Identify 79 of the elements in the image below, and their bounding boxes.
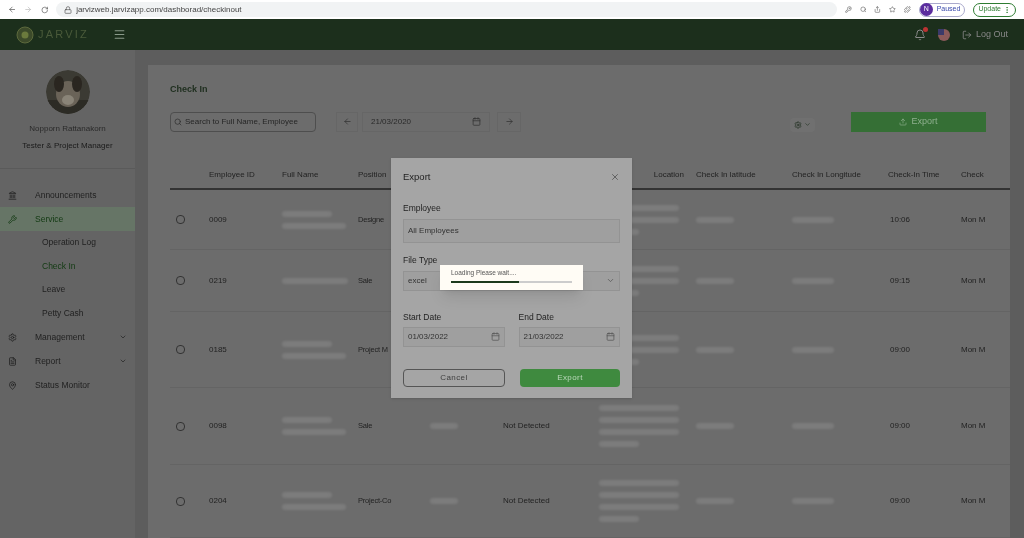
dialog-title: Export xyxy=(403,170,431,184)
table-cell: 0185 xyxy=(209,343,227,356)
settings-dropdown[interactable] xyxy=(790,117,815,132)
calendar-icon xyxy=(490,332,500,341)
search-icon xyxy=(174,117,182,126)
logout-icon xyxy=(961,29,972,40)
wrench-icon xyxy=(8,214,17,224)
export-button[interactable]: Export xyxy=(851,111,986,132)
map-pin-icon xyxy=(8,380,17,390)
column-header: Position xyxy=(358,169,387,182)
extensions-icon[interactable] xyxy=(903,5,911,14)
row-checkbox[interactable] xyxy=(176,276,185,285)
caret-icon xyxy=(119,333,127,341)
column-header: Location xyxy=(653,169,684,182)
sidebar-item[interactable]: Status Monitor xyxy=(0,373,135,397)
next-day-button[interactable] xyxy=(497,111,521,132)
bell-icon[interactable] xyxy=(913,28,926,41)
table-cell-text: 10:06 xyxy=(889,213,911,226)
menu-icon[interactable] xyxy=(112,28,126,41)
export-submit-button[interactable]: Export xyxy=(520,368,620,387)
field-label: End Date xyxy=(518,310,555,324)
table-cell: 0219 xyxy=(209,274,227,287)
flag-icon[interactable] xyxy=(937,28,950,41)
back-icon[interactable] xyxy=(8,4,17,15)
user-role: Tester & Project Manager xyxy=(21,140,114,152)
sidebar-subitem[interactable]: Petty Cash xyxy=(0,301,135,325)
caret-icon xyxy=(119,357,127,365)
field-label: File Type xyxy=(403,254,439,267)
close-icon[interactable] xyxy=(610,172,620,183)
logout-button[interactable]: Log Out xyxy=(961,27,1008,42)
forward-icon[interactable] xyxy=(24,4,33,15)
field-label: Employee xyxy=(403,202,442,215)
sidebar-subitem[interactable]: Check In xyxy=(0,254,135,278)
column-header: Full Name xyxy=(282,169,319,182)
previous-day-button[interactable] xyxy=(336,111,358,132)
cancel-button[interactable]: Cancel xyxy=(403,368,505,387)
column-header: Check xyxy=(961,169,984,182)
lock-icon xyxy=(64,5,73,14)
sidebar-item[interactable]: Announcements xyxy=(0,183,135,207)
reload-icon[interactable] xyxy=(40,4,49,15)
columns-building-icon xyxy=(8,190,17,200)
share-icon[interactable] xyxy=(874,5,882,14)
sidebar-item[interactable]: Service xyxy=(0,207,135,231)
row-checkbox[interactable] xyxy=(176,421,185,431)
sidebar-subitem[interactable]: Operation Log xyxy=(0,231,135,255)
column-header: Check-In Time xyxy=(888,169,940,182)
arrow-right-icon xyxy=(504,117,514,126)
row-checkbox[interactable] xyxy=(176,215,185,224)
search-field[interactable]: Search to Full Name, Employee xyxy=(170,111,316,132)
notification-badge xyxy=(922,26,928,32)
key-icon[interactable] xyxy=(844,5,852,14)
upload-icon xyxy=(899,117,908,126)
calendar-icon xyxy=(606,332,615,341)
table-cell: 0204 xyxy=(209,495,227,507)
table-cell: Not Detected xyxy=(503,495,550,507)
sidebar-item[interactable]: Report xyxy=(0,349,135,373)
gear-icon xyxy=(794,120,802,129)
arrow-left-icon xyxy=(342,117,352,126)
sidebar-subitem[interactable]: Leave xyxy=(0,278,135,302)
url-text: jarvizweb.jarvizapp.com/dashborad/checkinout xyxy=(76,3,242,16)
logo-icon xyxy=(16,25,34,44)
table-cell: 0098 xyxy=(209,420,227,432)
caret-icon xyxy=(804,121,811,128)
gear-icon xyxy=(8,332,17,342)
more-icon xyxy=(1003,5,1011,14)
date-field[interactable]: 21/03/2022 xyxy=(518,326,620,347)
calendar-icon xyxy=(472,117,481,126)
page-title: Check In xyxy=(170,83,209,96)
document-icon xyxy=(8,356,17,366)
row-checkbox[interactable] xyxy=(176,345,185,354)
bookmark-icon[interactable] xyxy=(889,5,896,14)
sidebar-item[interactable]: Management xyxy=(0,325,135,349)
date-field[interactable]: 01/03/2022 xyxy=(403,326,505,347)
table-cell-text: 09:15 xyxy=(889,274,911,287)
table-cell: Not Detected xyxy=(503,420,550,432)
zoom-icon[interactable] xyxy=(859,5,867,14)
row-checkbox[interactable] xyxy=(176,496,185,506)
address-bar[interactable]: jarvizweb.jarvizapp.com/dashborad/checkinout xyxy=(56,2,837,17)
field-label: Start Date xyxy=(403,310,443,324)
